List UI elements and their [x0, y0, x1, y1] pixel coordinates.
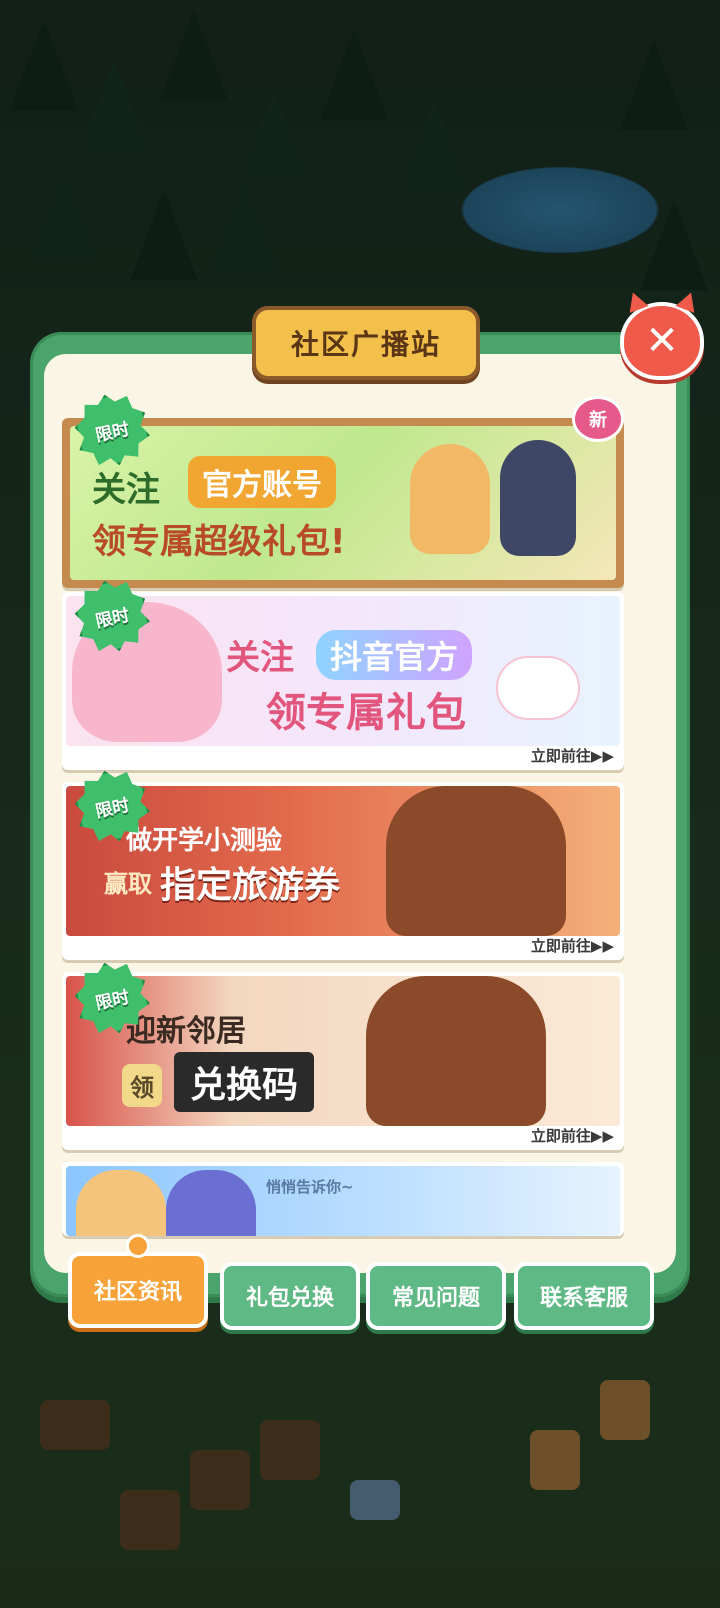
- banner-art: 迎新邻居 领 兑换码: [66, 976, 620, 1126]
- cat-character-orange: [410, 444, 490, 554]
- tab-label: 联系客服: [539, 1286, 628, 1311]
- modal-title: 社区广播站: [290, 328, 441, 361]
- banner-highlight: 官方账号: [188, 456, 336, 508]
- limited-tag-text: 限时: [93, 605, 132, 632]
- new-badge-text: 新: [589, 410, 607, 431]
- banner-line1: 关注: [226, 638, 294, 678]
- tab-label: 社区资讯: [93, 1280, 182, 1305]
- tab-gift-redeem[interactable]: 礼包兑换: [220, 1262, 360, 1330]
- modal-title-plate: 社区广播站: [252, 306, 480, 380]
- banner-caption: 悄悄告诉你~: [266, 1178, 354, 1196]
- cat-character-orange: [76, 1170, 166, 1236]
- banner-official-account[interactable]: 关注 官方账号 领专属超级礼包! 新: [62, 396, 624, 588]
- banner-art: 关注 抖音官方 领专属礼包: [66, 596, 620, 746]
- go-now-link[interactable]: 立即前往▶▶: [531, 745, 614, 766]
- banner-new-neighbor[interactable]: 迎新邻居 领 兑换码 立即前往▶▶: [62, 972, 624, 1150]
- limited-tag-text: 限时: [93, 795, 132, 822]
- tab-faq[interactable]: 常见问题: [366, 1262, 506, 1330]
- new-badge: 新: [572, 396, 624, 442]
- tab-community-news[interactable]: 社区资讯: [68, 1234, 208, 1328]
- banner-partial[interactable]: 悄悄告诉你~: [62, 1162, 624, 1236]
- tab-label: 礼包兑换: [245, 1286, 334, 1311]
- banner-highlight: 兑换码: [174, 1052, 315, 1112]
- banner-line2: 领专属超级礼包!: [92, 522, 346, 562]
- banner-prefix: 领: [122, 1064, 162, 1107]
- go-now-link[interactable]: 立即前往▶▶: [531, 935, 614, 956]
- banner-art: 关注 官方账号 领专属超级礼包!: [70, 426, 616, 580]
- banner-highlight: 指定旅游券: [160, 865, 341, 906]
- unicorn-character: [496, 656, 580, 720]
- limited-tag-text: 限时: [93, 987, 132, 1014]
- go-now-link[interactable]: 立即前往▶▶: [531, 1125, 614, 1146]
- banner-highlight: 抖音官方: [316, 630, 473, 680]
- close-button[interactable]: ✕: [620, 302, 704, 380]
- cat-character-purple: [166, 1170, 256, 1236]
- banner-line1: 关注: [92, 470, 160, 510]
- banner-prefix: 赢取: [104, 870, 152, 898]
- brown-haired-character: [386, 786, 566, 936]
- banner-art: 做开学小测验 赢取 指定旅游券: [66, 786, 620, 936]
- cat-character-navy: [500, 440, 576, 556]
- banner-art: 悄悄告诉你~: [66, 1166, 620, 1236]
- limited-tag-text: 限时: [93, 419, 132, 446]
- banner-line1: 做开学小测验: [126, 826, 283, 856]
- tab-label: 常见问题: [391, 1286, 480, 1311]
- banner-line2: 领专属礼包: [266, 690, 466, 736]
- banner-line1: 迎新邻居: [126, 1014, 246, 1049]
- tab-contact-support[interactable]: 联系客服: [514, 1262, 654, 1330]
- brown-haired-character: [366, 976, 546, 1126]
- close-icon: ✕: [645, 318, 679, 364]
